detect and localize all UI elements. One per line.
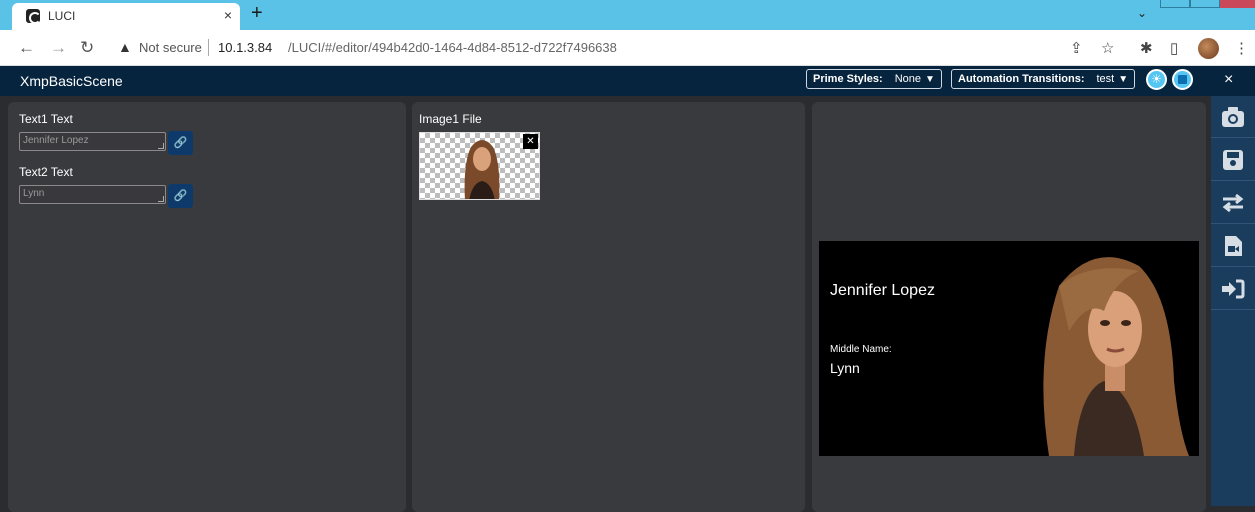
luci-favicon-icon [26,9,41,24]
window-close-button[interactable] [1220,0,1255,8]
back-arrow-icon[interactable]: ← [18,38,35,58]
link-icon: 🔗 [173,190,188,202]
scene-preview: Jennifer Lopez Middle Name: Lynn [819,241,1199,456]
profile-avatar[interactable] [1198,38,1219,59]
save-button[interactable] [1211,139,1255,181]
url-divider [208,39,209,56]
portrait-image [1043,257,1189,456]
prime-styles-label: Prime Styles: [813,73,883,85]
preview-panel: Jennifer Lopez Middle Name: Lynn [812,102,1206,512]
side-toolbar [1211,96,1255,506]
minimize-button[interactable] [1160,0,1190,8]
address-bar[interactable]: ▲ Not secure 10.1.3.84 /LUCI/#/editor/49… [112,35,1122,61]
preview-name-text: Jennifer Lopez [830,282,935,299]
snapshot-button[interactable] [1211,96,1255,138]
text2-input[interactable]: Lynn [19,185,166,204]
swap-button[interactable] [1211,182,1255,224]
close-editor-button[interactable]: × [1224,71,1233,89]
forward-arrow-icon[interactable]: → [50,38,67,58]
remove-image-button[interactable]: ✕ [523,134,538,149]
bookmark-star-icon[interactable]: ☆ [1101,39,1114,57]
reload-icon[interactable]: ↻ [80,38,94,58]
automation-transitions-dropdown[interactable]: Automation Transitions: test ▼ [951,69,1136,89]
browser-tab-strip: LUCI × + ⌄ [0,0,1255,30]
url-path[interactable]: /LUCI/#/editor/494b42d0-1464-4d84-8512-d… [288,40,617,55]
image-panel: Image1 File ✕ [412,102,805,512]
window-controls [1160,0,1255,8]
image1-thumbnail[interactable]: ✕ [419,132,540,200]
tab-title: LUCI [48,9,76,23]
sun-icon: ☀ [1151,72,1162,86]
browser-menu-icon[interactable]: ⋮ [1234,39,1249,57]
camera-icon [1222,107,1244,127]
tab-search-chevron-icon[interactable]: ⌄ [1137,6,1147,20]
text-fields-panel: Text1 Text Jennifer Lopez 🔗 Text2 Text L… [8,102,406,512]
resize-grip-icon[interactable] [158,196,164,202]
automation-transitions-label: Automation Transitions: [958,73,1085,85]
browser-toolbar: ← → ↻ ▲ Not secure 10.1.3.84 /LUCI/#/edi… [0,30,1255,66]
sign-in-icon [1222,279,1245,299]
chevron-down-icon: ▼ [1118,74,1129,85]
theme-sun-button[interactable]: ☀ [1146,69,1167,90]
tab-close-icon[interactable]: × [224,7,232,23]
new-tab-button[interactable]: + [251,2,263,25]
warning-triangle-icon[interactable]: ▲ [118,39,132,55]
maximize-button[interactable] [1190,0,1220,8]
side-panel-icon[interactable]: ▯ [1170,39,1178,57]
save-circle-button[interactable] [1172,69,1193,90]
video-file-icon [1225,236,1242,256]
sign-in-button[interactable] [1211,268,1255,310]
share-icon[interactable]: ⇪ [1070,39,1083,57]
link-icon: 🔗 [173,137,188,149]
prime-styles-dropdown[interactable]: Prime Styles: None ▼ [806,69,942,89]
url-host[interactable]: 10.1.3.84 [218,40,272,55]
image1-label: Image1 File [419,112,482,126]
automation-transitions-value: test [1096,73,1115,85]
resize-grip-icon[interactable] [158,143,164,149]
preview-middle-label: Middle Name: [830,344,892,355]
text1-label: Text1 Text [19,112,73,126]
app-header: XmpBasicScene Prime Styles: None ▼ Automat… [0,66,1255,96]
browser-tab[interactable]: LUCI × [12,3,240,30]
preview-middle-value: Lynn [830,360,860,376]
portrait-thumbnail-image [464,140,500,199]
security-label[interactable]: Not secure [139,40,202,55]
save-icon [1223,150,1243,170]
text2-label: Text2 Text [19,165,73,179]
text2-link-button[interactable]: 🔗 [168,184,193,208]
prime-styles-value: None [894,73,921,85]
scene-title: XmpBasicScene [20,73,123,89]
text1-input[interactable]: Jennifer Lopez [19,132,166,151]
chevron-down-icon: ▼ [925,74,935,85]
swap-icon [1222,193,1244,213]
video-file-button[interactable] [1211,225,1255,267]
extensions-puzzle-icon[interactable]: ✱ [1140,39,1153,57]
text1-link-button[interactable]: 🔗 [168,131,193,155]
